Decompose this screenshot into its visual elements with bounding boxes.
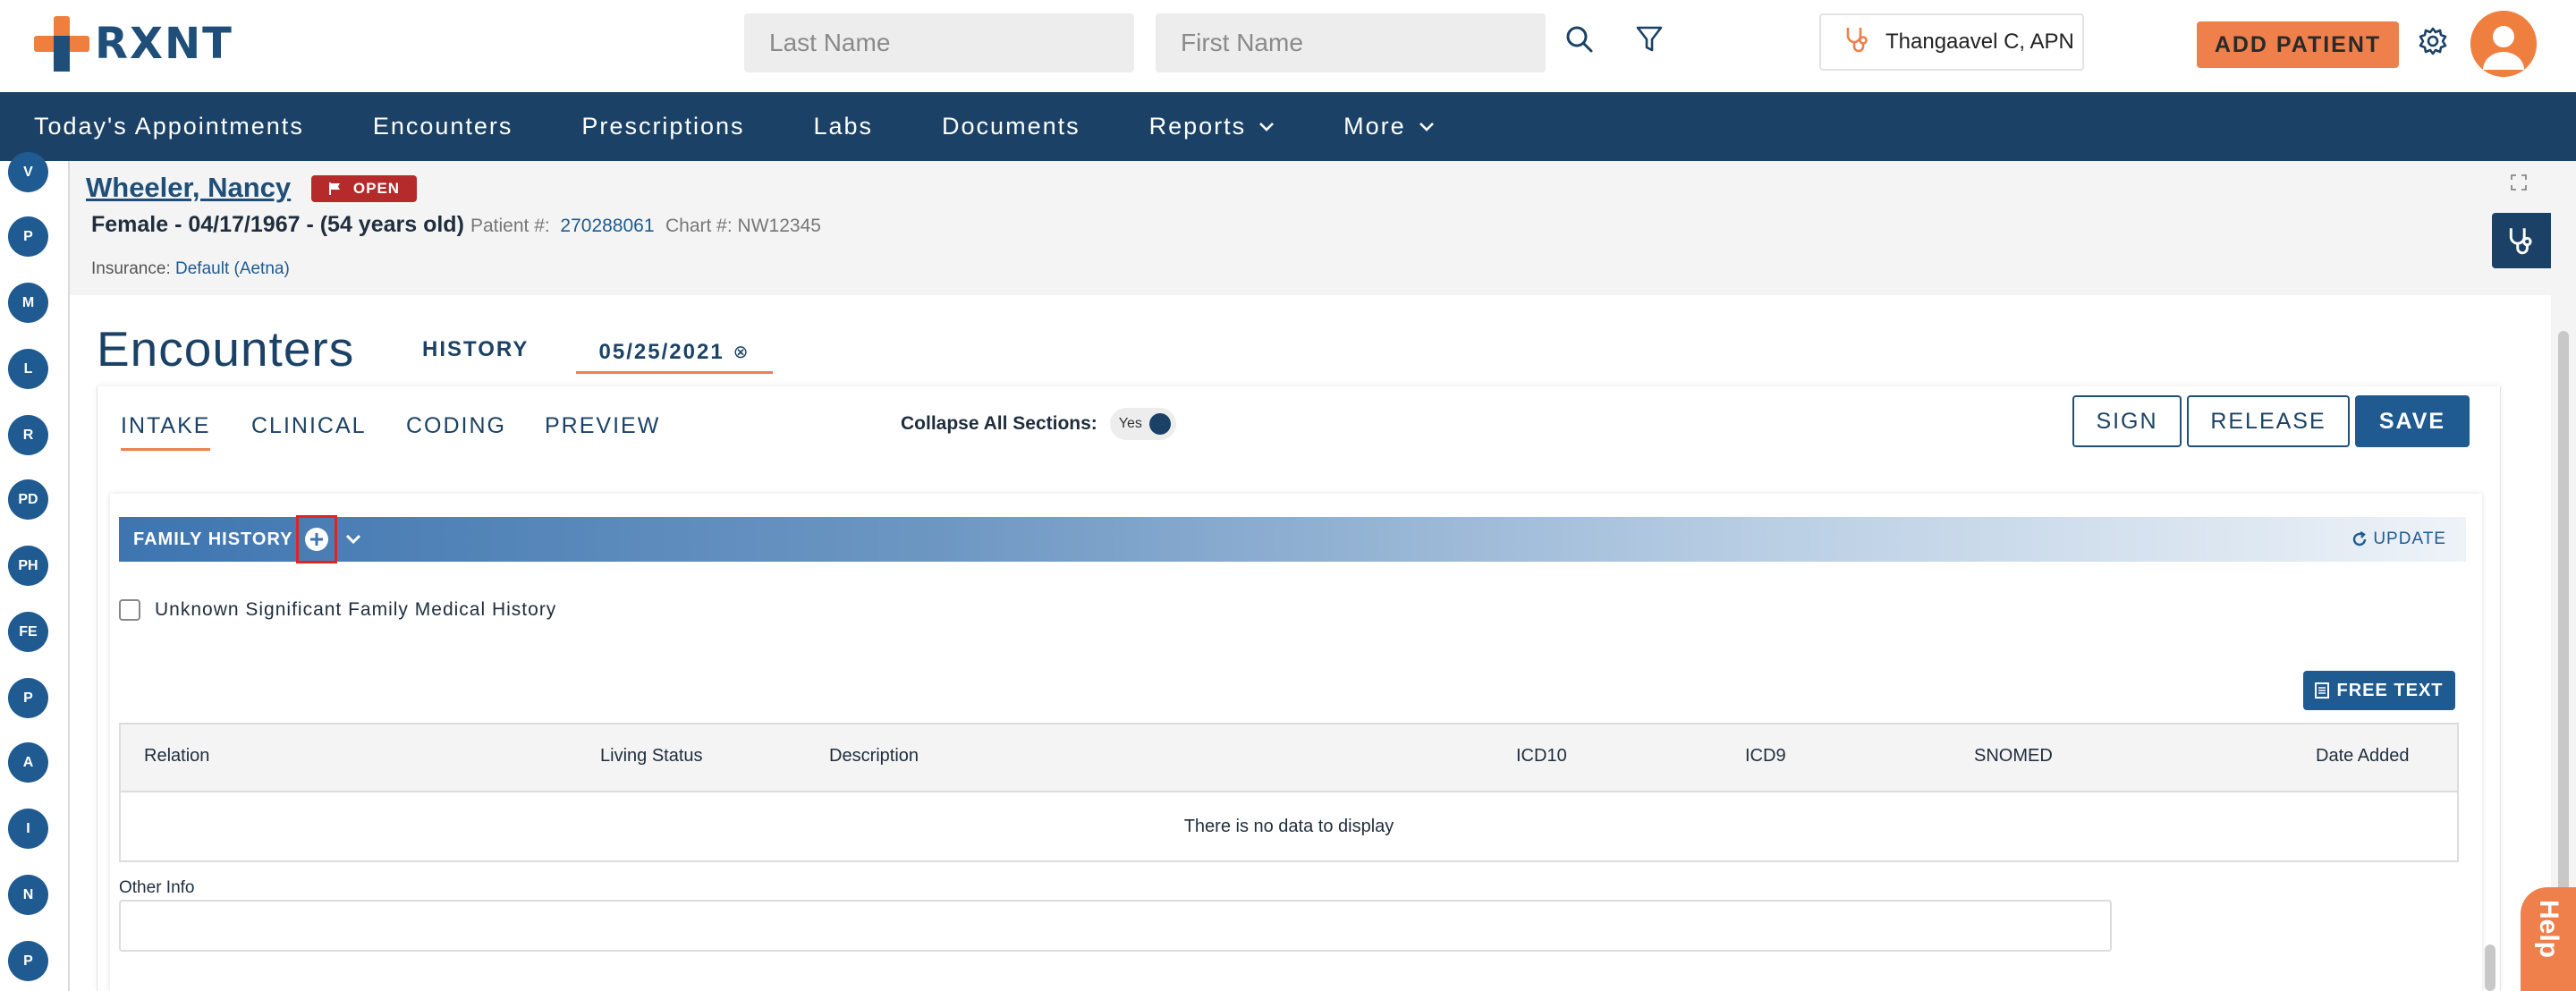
unknown-history-checkbox[interactable] bbox=[119, 599, 140, 621]
rail-shortcut[interactable]: M bbox=[8, 283, 48, 323]
nav-prescriptions[interactable]: Prescriptions bbox=[581, 113, 744, 140]
encounter-status-badge: OPEN bbox=[311, 175, 417, 202]
last-name-input[interactable] bbox=[744, 13, 1134, 72]
section-title: FAMILY HISTORY bbox=[133, 529, 293, 549]
collapse-all-label: Collapse All Sections: bbox=[901, 413, 1097, 434]
filter-icon[interactable] bbox=[1633, 23, 1665, 55]
rail-shortcut[interactable]: P bbox=[8, 941, 48, 981]
patient-name-link[interactable]: Wheeler, Nancy bbox=[86, 172, 291, 204]
free-text-button[interactable]: FREE TEXT bbox=[2303, 671, 2455, 710]
release-button[interactable]: RELEASE bbox=[2187, 395, 2350, 447]
top-header: RXNT Thangaavel C, APN ADD PATIENT bbox=[0, 0, 2576, 92]
nav-more[interactable]: More bbox=[1343, 113, 1435, 140]
tab-intake[interactable]: INTAKE bbox=[121, 413, 211, 451]
user-avatar[interactable] bbox=[2470, 11, 2537, 77]
document-icon bbox=[2315, 682, 2330, 699]
rail-shortcut[interactable]: PD bbox=[8, 479, 48, 520]
column-header[interactable]: ICD9 bbox=[1745, 746, 1786, 767]
patient-header: Wheeler, Nancy OPEN Female - 04/17/1967 … bbox=[70, 161, 2551, 295]
rail-shortcut[interactable]: PH bbox=[8, 546, 48, 586]
tab-preview[interactable]: PREVIEW bbox=[545, 413, 660, 439]
rail-shortcut[interactable]: R bbox=[8, 415, 48, 455]
family-history-table: Relation Living Status Description ICD10… bbox=[119, 723, 2459, 862]
sign-button[interactable]: SIGN bbox=[2072, 395, 2182, 447]
tab-coding[interactable]: CODING bbox=[406, 413, 506, 439]
nav-documents[interactable]: Documents bbox=[942, 113, 1080, 140]
other-info-input[interactable] bbox=[119, 900, 2112, 952]
page-scrollbar[interactable] bbox=[2551, 161, 2576, 991]
family-history-section: FAMILY HISTORY UPDATE Unknown Significan… bbox=[110, 494, 2482, 991]
add-patient-button[interactable]: ADD PATIENT bbox=[2197, 21, 2399, 68]
rail-shortcut[interactable]: FE bbox=[8, 612, 48, 652]
flag-icon bbox=[328, 182, 340, 195]
empty-table-message: There is no data to display bbox=[1183, 816, 1394, 836]
encounter-content: INTAKE CLINICAL CODING PREVIEW Collapse … bbox=[97, 386, 2501, 991]
refresh-icon bbox=[2353, 531, 2367, 546]
column-header[interactable]: Description bbox=[829, 746, 919, 767]
stethoscope-icon bbox=[2509, 228, 2532, 255]
search-icon[interactable] bbox=[1563, 23, 1596, 55]
tab-encounter-date[interactable]: 05/25/2021 ⊗ bbox=[576, 333, 773, 374]
column-header[interactable]: ICD10 bbox=[1516, 746, 1567, 767]
rail-shortcut[interactable]: L bbox=[8, 349, 48, 389]
unknown-history-option: Unknown Significant Family Medical Histo… bbox=[119, 599, 556, 621]
close-circle-icon[interactable]: ⊗ bbox=[733, 341, 750, 363]
provider-name: Thangaavel C, APN bbox=[1885, 30, 2074, 54]
plus-circle-icon bbox=[305, 528, 329, 551]
content-scrollbar[interactable] bbox=[2485, 944, 2496, 991]
update-button[interactable]: UPDATE bbox=[2351, 529, 2446, 549]
rail-shortcut[interactable]: P bbox=[8, 216, 48, 257]
column-header[interactable]: SNOMED bbox=[1974, 746, 2053, 767]
clinical-panel-toggle[interactable] bbox=[2492, 213, 2551, 268]
column-header[interactable]: Living Status bbox=[600, 746, 703, 767]
collapse-all-toggle[interactable]: Yes bbox=[1109, 408, 1176, 440]
rail-shortcut[interactable]: V bbox=[8, 152, 48, 192]
provider-selector[interactable]: Thangaavel C, APN bbox=[1819, 13, 2084, 71]
patient-number: Patient #: 270288061 bbox=[470, 216, 655, 236]
chevron-down-icon bbox=[1419, 122, 1434, 131]
chevron-down-icon[interactable] bbox=[344, 533, 362, 546]
rxnt-logo[interactable]: RXNT bbox=[34, 16, 233, 72]
collapse-all-control: Collapse All Sections: Yes bbox=[901, 408, 1176, 440]
patient-number-link[interactable]: 270288061 bbox=[560, 216, 654, 236]
settings-gear-icon[interactable] bbox=[2415, 23, 2451, 59]
add-family-history-button[interactable] bbox=[296, 515, 338, 563]
main-navigation: Today's Appointments Encounters Prescrip… bbox=[0, 92, 2576, 161]
table-header: Relation Living Status Description ICD10… bbox=[121, 724, 2457, 792]
unknown-history-label: Unknown Significant Family Medical Histo… bbox=[155, 599, 557, 620]
tab-history[interactable]: HISTORY bbox=[422, 337, 529, 362]
first-name-input[interactable] bbox=[1156, 13, 1546, 72]
section-shortcut-rail: V P M L R PD PH FE P A I N P bbox=[0, 152, 70, 991]
insurance-link[interactable]: Default (Aetna) bbox=[175, 259, 290, 278]
nav-labs[interactable]: Labs bbox=[813, 113, 873, 140]
rail-shortcut[interactable]: N bbox=[8, 875, 48, 915]
other-info-label: Other Info bbox=[119, 878, 195, 897]
nav-encounters[interactable]: Encounters bbox=[373, 113, 513, 140]
rail-shortcut[interactable]: P bbox=[8, 678, 48, 718]
patient-demographics: Female - 04/17/1967 - (54 years old) bbox=[91, 212, 464, 237]
rail-shortcut[interactable]: I bbox=[8, 809, 48, 849]
family-history-header: FAMILY HISTORY UPDATE bbox=[119, 515, 2466, 563]
stethoscope-icon bbox=[1844, 25, 1871, 60]
nav-todays-appointments[interactable]: Today's Appointments bbox=[34, 113, 304, 140]
chart-number: Chart #: NW12345 bbox=[665, 216, 821, 236]
column-header[interactable]: Date Added bbox=[2316, 746, 2410, 767]
expand-icon[interactable] bbox=[2510, 174, 2528, 196]
save-button[interactable]: SAVE bbox=[2355, 395, 2470, 447]
logo-text: RXNT bbox=[95, 19, 233, 69]
tab-clinical[interactable]: CLINICAL bbox=[251, 413, 367, 439]
page-title: Encounters bbox=[97, 321, 355, 377]
insurance-info: Insurance: Default (Aetna) bbox=[91, 259, 290, 278]
nav-reports[interactable]: Reports bbox=[1149, 113, 1275, 140]
column-header[interactable]: Relation bbox=[144, 746, 209, 767]
help-button[interactable]: Help bbox=[2521, 887, 2576, 991]
logo-cross-icon bbox=[34, 16, 89, 72]
rail-shortcut[interactable]: A bbox=[8, 742, 48, 783]
chevron-down-icon bbox=[1259, 122, 1275, 131]
